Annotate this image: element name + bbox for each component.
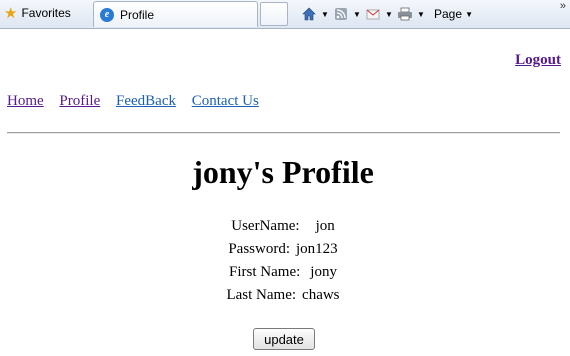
print-dropdown-icon[interactable]: ▼ [414,10,428,19]
new-tab-button[interactable] [260,2,288,26]
star-icon: ★ [4,4,18,22]
username-label: UserName: [231,218,300,234]
profile-details: UserName: jon Password: jon123 First Nam… [0,218,566,310]
nav-link-feedback[interactable]: FeedBack [116,93,176,109]
page-dropdown-icon: ▼ [465,9,473,19]
toolbar-overflow-chevron-icon[interactable]: » [560,0,566,12]
tab-title: Profile [120,7,155,22]
feeds-dropdown-icon[interactable]: ▼ [350,10,364,19]
page-title: jony's Profile [192,154,374,190]
print-icon[interactable] [396,5,414,23]
profile-row-last-name: Last Name: chaws [0,287,566,310]
divider [7,132,560,134]
mail-dropdown-icon[interactable]: ▼ [382,10,396,19]
logout-link[interactable]: Logout [515,52,561,69]
home-icon[interactable] [300,5,318,23]
mail-icon[interactable] [364,5,382,23]
tab-profile[interactable]: e Profile [93,1,258,27]
ie-icon: e [100,7,114,22]
profile-row-password: Password: jon123 [0,241,566,264]
first-name-label: First Name: [229,264,301,280]
update-button[interactable]: update [253,328,315,350]
username-value: jon [315,218,335,234]
last-name-value: chaws [302,287,340,303]
favorites-button[interactable]: ★ Favorites [4,3,71,23]
nav-link-home[interactable]: Home [7,93,44,109]
profile-row-first-name: First Name: jony [0,264,566,287]
feeds-icon[interactable] [332,5,350,23]
home-dropdown-icon[interactable]: ▼ [318,10,332,19]
last-name-label: Last Name: [226,287,297,303]
page-menu-button[interactable]: Page ▼ [434,7,476,21]
first-name-value: jony [310,264,337,280]
profile-row-username: UserName: jon [0,218,566,241]
favorites-label: Favorites [21,6,71,20]
password-value: jon123 [296,241,338,257]
main-nav: Home Profile FeedBack Contact Us [7,93,271,110]
password-label: Password: [228,241,290,257]
page-menu-label: Page [434,7,463,21]
browser-toolbar: ★ Favorites e Profile ▼ ▼ ▼ ▼ Page ▼ » [0,0,570,29]
nav-link-contact-us[interactable]: Contact Us [192,93,259,109]
command-bar: ▼ ▼ ▼ ▼ Page ▼ [300,4,476,24]
nav-link-profile[interactable]: Profile [59,93,100,109]
